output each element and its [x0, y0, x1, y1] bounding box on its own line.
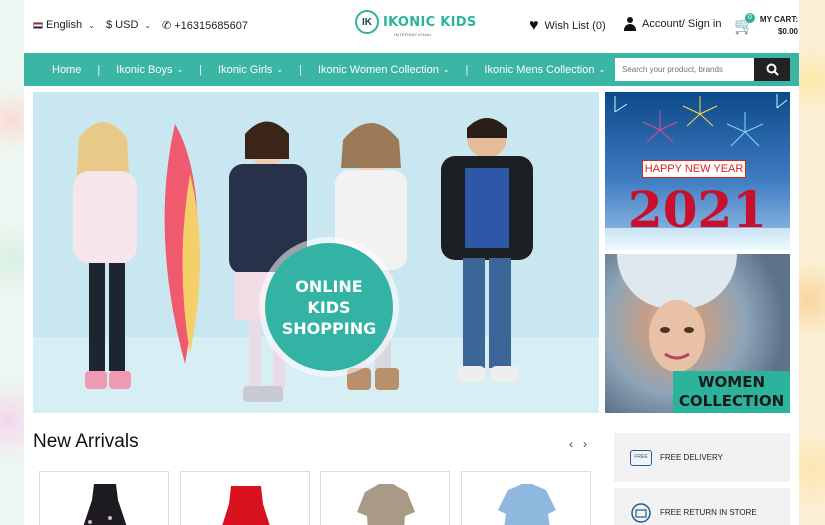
currency-label: $ USD	[106, 19, 139, 31]
cart-icon: 🛒 0	[734, 13, 755, 35]
free-delivery-box: FREE FREE DELIVERY	[614, 433, 790, 482]
hero-line-3: SHOPPING	[281, 318, 377, 338]
chevron-down-icon: ⌄	[276, 65, 284, 74]
language-label: English	[46, 19, 83, 31]
currency-selector[interactable]: $ USD ⌄	[106, 19, 151, 31]
cart-total: $0.00	[777, 27, 798, 36]
hero-caption: ONLINE KIDS SHOPPING	[265, 243, 393, 371]
nav-separator: |	[199, 63, 203, 76]
top-bar: English ⌄ $ USD ⌄ ✆ +16315685607 IK IKON…	[24, 0, 799, 52]
logo[interactable]: IK IKONIC KIDS INTERNATIONAL	[355, 10, 477, 37]
search-button[interactable]	[754, 58, 790, 81]
nav-label: Ikonic Women Collection	[317, 63, 439, 76]
logo-subtitle: INTERNATIONAL	[394, 32, 433, 37]
hero-line-2: KIDS	[307, 297, 351, 317]
nav-label: Ikonic Mens Collection	[484, 63, 595, 76]
phone-link[interactable]: ✆ +16315685607	[162, 19, 248, 33]
nav-label: Ikonic Girls	[218, 63, 273, 76]
kid-boy-black-jacket	[441, 118, 533, 382]
chevron-down-icon: ⌄	[598, 65, 606, 74]
wishlist-link[interactable]: ♥ Wish List (0)	[529, 17, 606, 35]
nav-items: Home | Ikonic Boys ⌄ | Ikonic Girls ⌄ | Ik…	[52, 53, 605, 86]
new-year-tag: HAPPY NEW YEAR	[642, 160, 746, 178]
logo-name: IKONIC KIDS	[383, 14, 477, 30]
background-left	[0, 0, 24, 525]
nav-item-women[interactable]: Ikonic Women Collection ⌄	[318, 64, 450, 76]
feather-prop	[164, 124, 200, 364]
fireworks-icon	[614, 94, 788, 147]
chevron-down-icon: ⌄	[88, 20, 95, 30]
hero-line-1: ONLINE	[295, 276, 363, 296]
truck-icon: FREE	[630, 449, 652, 466]
women-line-1: WOMEN	[697, 373, 766, 391]
nav-item-girls[interactable]: Ikonic Girls ⌄	[218, 64, 283, 76]
nav-separator: |	[97, 63, 101, 76]
logo-mark: IK	[355, 10, 379, 34]
chevron-down-icon: ⌄	[176, 65, 184, 74]
search-bar	[615, 58, 790, 81]
phone-icon: ✆	[162, 20, 172, 32]
free-delivery-label: FREE DELIVERY	[660, 453, 723, 462]
nav-item-home[interactable]: Home	[52, 64, 81, 76]
return-icon	[631, 502, 651, 523]
women-collection-banner[interactable]: WOMEN COLLECTION	[605, 254, 790, 413]
new-arrivals-title: New Arrivals	[33, 431, 139, 452]
wishlist-label: Wish List (0)	[544, 20, 606, 32]
nav-item-boys[interactable]: Ikonic Boys ⌄	[116, 64, 183, 76]
nav-separator: |	[465, 63, 469, 76]
hero-banner[interactable]: ONLINE KIDS SHOPPING	[33, 92, 599, 413]
account-link[interactable]: Account/ Sign in	[624, 17, 722, 31]
women-line-2: COLLECTION	[678, 392, 785, 410]
cart-summary: MY CART: $0.00	[760, 14, 798, 38]
red-dress-image	[222, 486, 270, 525]
chevron-down-icon: ⌄	[144, 20, 152, 30]
language-selector[interactable]: English ⌄	[33, 19, 95, 31]
blue-dress-image	[498, 484, 556, 525]
chevron-right-icon[interactable]: ›	[583, 437, 587, 451]
snow-strip	[605, 228, 790, 250]
account-label: Account/ Sign in	[642, 18, 722, 30]
nav-label: Home	[52, 63, 82, 76]
free-return-box: FREE RETURN IN STORE	[614, 488, 790, 525]
search-input[interactable]	[615, 58, 754, 81]
search-icon	[766, 63, 779, 76]
beige-sweater-image	[357, 484, 415, 525]
cart-button[interactable]: 🛒 0 MY CART: $0.00	[734, 13, 798, 38]
product-card[interactable]	[320, 471, 450, 525]
heart-icon: ♥	[529, 17, 539, 34]
women-collection-label: WOMEN COLLECTION	[673, 371, 790, 413]
cart-count-badge: 0	[745, 13, 755, 23]
page: English ⌄ $ USD ⌄ ✆ +16315685607 IK IKON…	[24, 0, 799, 525]
user-icon	[624, 17, 636, 31]
woman-face	[649, 300, 705, 372]
phone-number: +16315685607	[174, 19, 248, 32]
new-year-banner[interactable]: HAPPY NEW YEAR 2021	[605, 92, 790, 250]
nav-item-mens[interactable]: Ikonic Mens Collection ⌄	[484, 64, 605, 76]
product-card[interactable]	[39, 471, 169, 525]
product-card[interactable]	[180, 471, 310, 525]
uk-flag-icon	[33, 21, 43, 29]
main-nav: Home | Ikonic Boys ⌄ | Ikonic Girls ⌄ | Ik…	[24, 53, 799, 86]
nav-separator: |	[299, 63, 302, 76]
background-right	[799, 0, 825, 525]
black-dress-image	[83, 484, 127, 525]
chevron-left-icon[interactable]: ‹	[569, 437, 573, 451]
free-return-label: FREE RETURN IN STORE	[660, 508, 757, 517]
nav-label: Ikonic Boys	[116, 63, 173, 76]
chevron-down-icon: ⌄	[442, 65, 450, 74]
carousel-arrows: ‹ ›	[569, 437, 587, 451]
cart-label: MY CART:	[759, 15, 798, 24]
product-card[interactable]	[461, 471, 591, 525]
